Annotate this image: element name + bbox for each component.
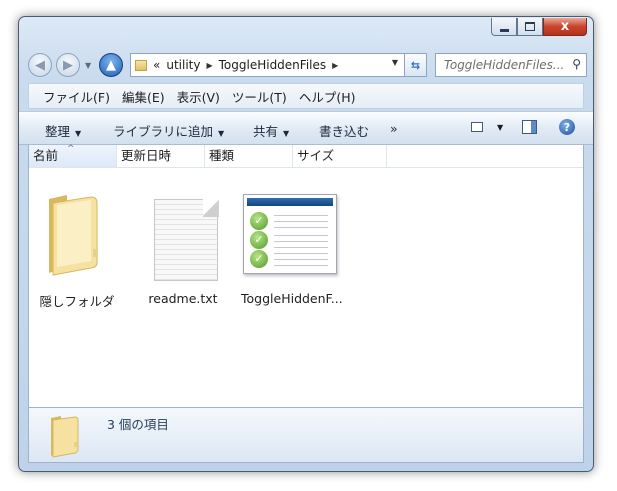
more-commands-button[interactable]: » [390, 121, 398, 136]
share-label: 共有 [253, 124, 279, 139]
address-dropdown-icon[interactable]: ▼ [392, 58, 398, 67]
text-line [274, 253, 328, 254]
address-bar[interactable]: « utility ▶ ToggleHiddenFiles ▶ ▼ [130, 53, 405, 77]
column-header-label: 更新日時 [121, 148, 172, 163]
column-header-label: 種類 [209, 148, 235, 163]
text-line [274, 227, 328, 228]
breadcrumb-togglehiddenfiles[interactable]: ToggleHiddenFiles [219, 58, 327, 72]
menu-bar: ファイル(F) 編集(E) 表示(V) ツール(T) ヘルプ(H) [28, 83, 584, 109]
folder-icon [51, 416, 79, 458]
details-pane: 3 個の項目 [28, 407, 584, 463]
menu-edit[interactable]: 編集(E) [122, 87, 165, 106]
menu-view[interactable]: 表示(V) [177, 87, 220, 106]
command-bar: 整理 ▼ ライブラリに追加 ▼ 共有 ▼ 書き込む » ▼ ? [19, 111, 593, 145]
text-line [274, 247, 328, 248]
check-icon: ✓ [250, 231, 268, 249]
column-header-type[interactable]: 種類 [205, 145, 293, 167]
up-button[interactable]: ▲ [99, 53, 123, 77]
up-arrow-icon: ▲ [106, 57, 116, 73]
file-list: 名前 ^ 更新日時 種類 サイズ 隠しフォルダ readme.txt ✓ ✓ ✓… [28, 144, 584, 407]
organize-label: 整理 [45, 124, 71, 139]
breadcrumb-separator-icon[interactable]: ▶ [332, 61, 338, 70]
close-button[interactable]: x [543, 18, 587, 36]
explorer-window: x ◀ ▶ ▼ ▲ « utility ▶ ToggleHiddenFiles … [18, 16, 594, 472]
column-header-name[interactable]: 名前 ^ [29, 144, 117, 167]
page-fold-icon [203, 199, 219, 217]
file-name: readme.txt [148, 291, 218, 306]
column-header-label: 名前 [33, 148, 59, 163]
check-icon: ✓ [250, 250, 268, 268]
maximize-icon [525, 22, 535, 31]
forward-button[interactable]: ▶ [56, 53, 80, 77]
column-header-label: サイズ [297, 148, 335, 163]
menu-file[interactable]: ファイル(F) [43, 87, 110, 106]
folder-icon [49, 195, 98, 276]
address-chevrons[interactable]: « [153, 58, 160, 72]
burn-label: 書き込む [319, 124, 370, 139]
back-button[interactable]: ◀ [28, 53, 52, 77]
app-titlebar [247, 198, 333, 206]
add-to-library-label: ライブラリに追加 [113, 124, 214, 139]
check-icon: ✓ [250, 212, 268, 230]
organize-button[interactable]: 整理 ▼ [45, 121, 81, 140]
checklist-app-icon: ✓ ✓ ✓ [243, 194, 337, 274]
minimize-icon [499, 28, 509, 32]
text-line [274, 235, 328, 236]
file-item-hidden-folder[interactable]: 隠しフォルダ [29, 189, 125, 309]
menu-help[interactable]: ヘルプ(H) [299, 87, 356, 106]
column-header-modified[interactable]: 更新日時 [117, 145, 205, 167]
text-line [274, 215, 328, 216]
text-line [274, 241, 328, 242]
text-line [274, 265, 328, 266]
menu-tools[interactable]: ツール(T) [232, 87, 287, 106]
close-icon: x [560, 19, 570, 34]
text-line [274, 221, 328, 222]
add-to-library-button[interactable]: ライブラリに追加 ▼ [113, 121, 224, 140]
text-line [274, 259, 328, 260]
refresh-button[interactable]: ⇆ [405, 53, 427, 77]
chevron-down-icon: ▼ [218, 129, 225, 138]
column-headers: 名前 ^ 更新日時 種類 サイズ [29, 144, 583, 168]
maximize-button[interactable] [517, 18, 543, 36]
file-item-readme[interactable]: readme.txt [135, 189, 231, 309]
refresh-icon: ⇆ [410, 58, 421, 72]
burn-button[interactable]: 書き込む [319, 121, 369, 140]
preview-pane-icon[interactable] [522, 120, 537, 134]
column-header-size[interactable]: サイズ [293, 145, 387, 167]
breadcrumb-utility[interactable]: utility [166, 58, 200, 72]
chevron-down-icon: ▼ [75, 129, 82, 138]
file-item-togglehiddenfiles[interactable]: ✓ ✓ ✓ ToggleHiddenF... [241, 189, 343, 309]
help-icon[interactable]: ? [559, 119, 575, 135]
forward-arrow-icon: ▶ [63, 57, 73, 73]
folder-icon [135, 59, 147, 71]
share-button[interactable]: 共有 ▼ [253, 121, 289, 140]
recent-pages-dropdown-icon[interactable]: ▼ [85, 61, 91, 70]
back-arrow-icon: ◀ [35, 57, 45, 73]
search-icon[interactable]: ⚲ [572, 57, 581, 71]
chevron-down-icon: ▼ [283, 129, 290, 138]
sort-ascending-icon: ^ [67, 144, 75, 154]
breadcrumb-separator-icon[interactable]: ▶ [206, 61, 212, 70]
change-view-icon[interactable] [471, 122, 483, 132]
item-count: 3 個の項目 [107, 417, 169, 432]
file-name: ToggleHiddenF... [241, 291, 343, 306]
search-input[interactable]: ToggleHiddenFiles... ⚲ [435, 53, 587, 77]
chevron-down-icon[interactable]: ▼ [497, 123, 503, 132]
search-placeholder: ToggleHiddenFiles... [444, 58, 565, 72]
minimize-button[interactable] [491, 18, 517, 36]
file-name: 隠しフォルダ [39, 294, 115, 309]
caption-buttons: x [491, 18, 587, 36]
